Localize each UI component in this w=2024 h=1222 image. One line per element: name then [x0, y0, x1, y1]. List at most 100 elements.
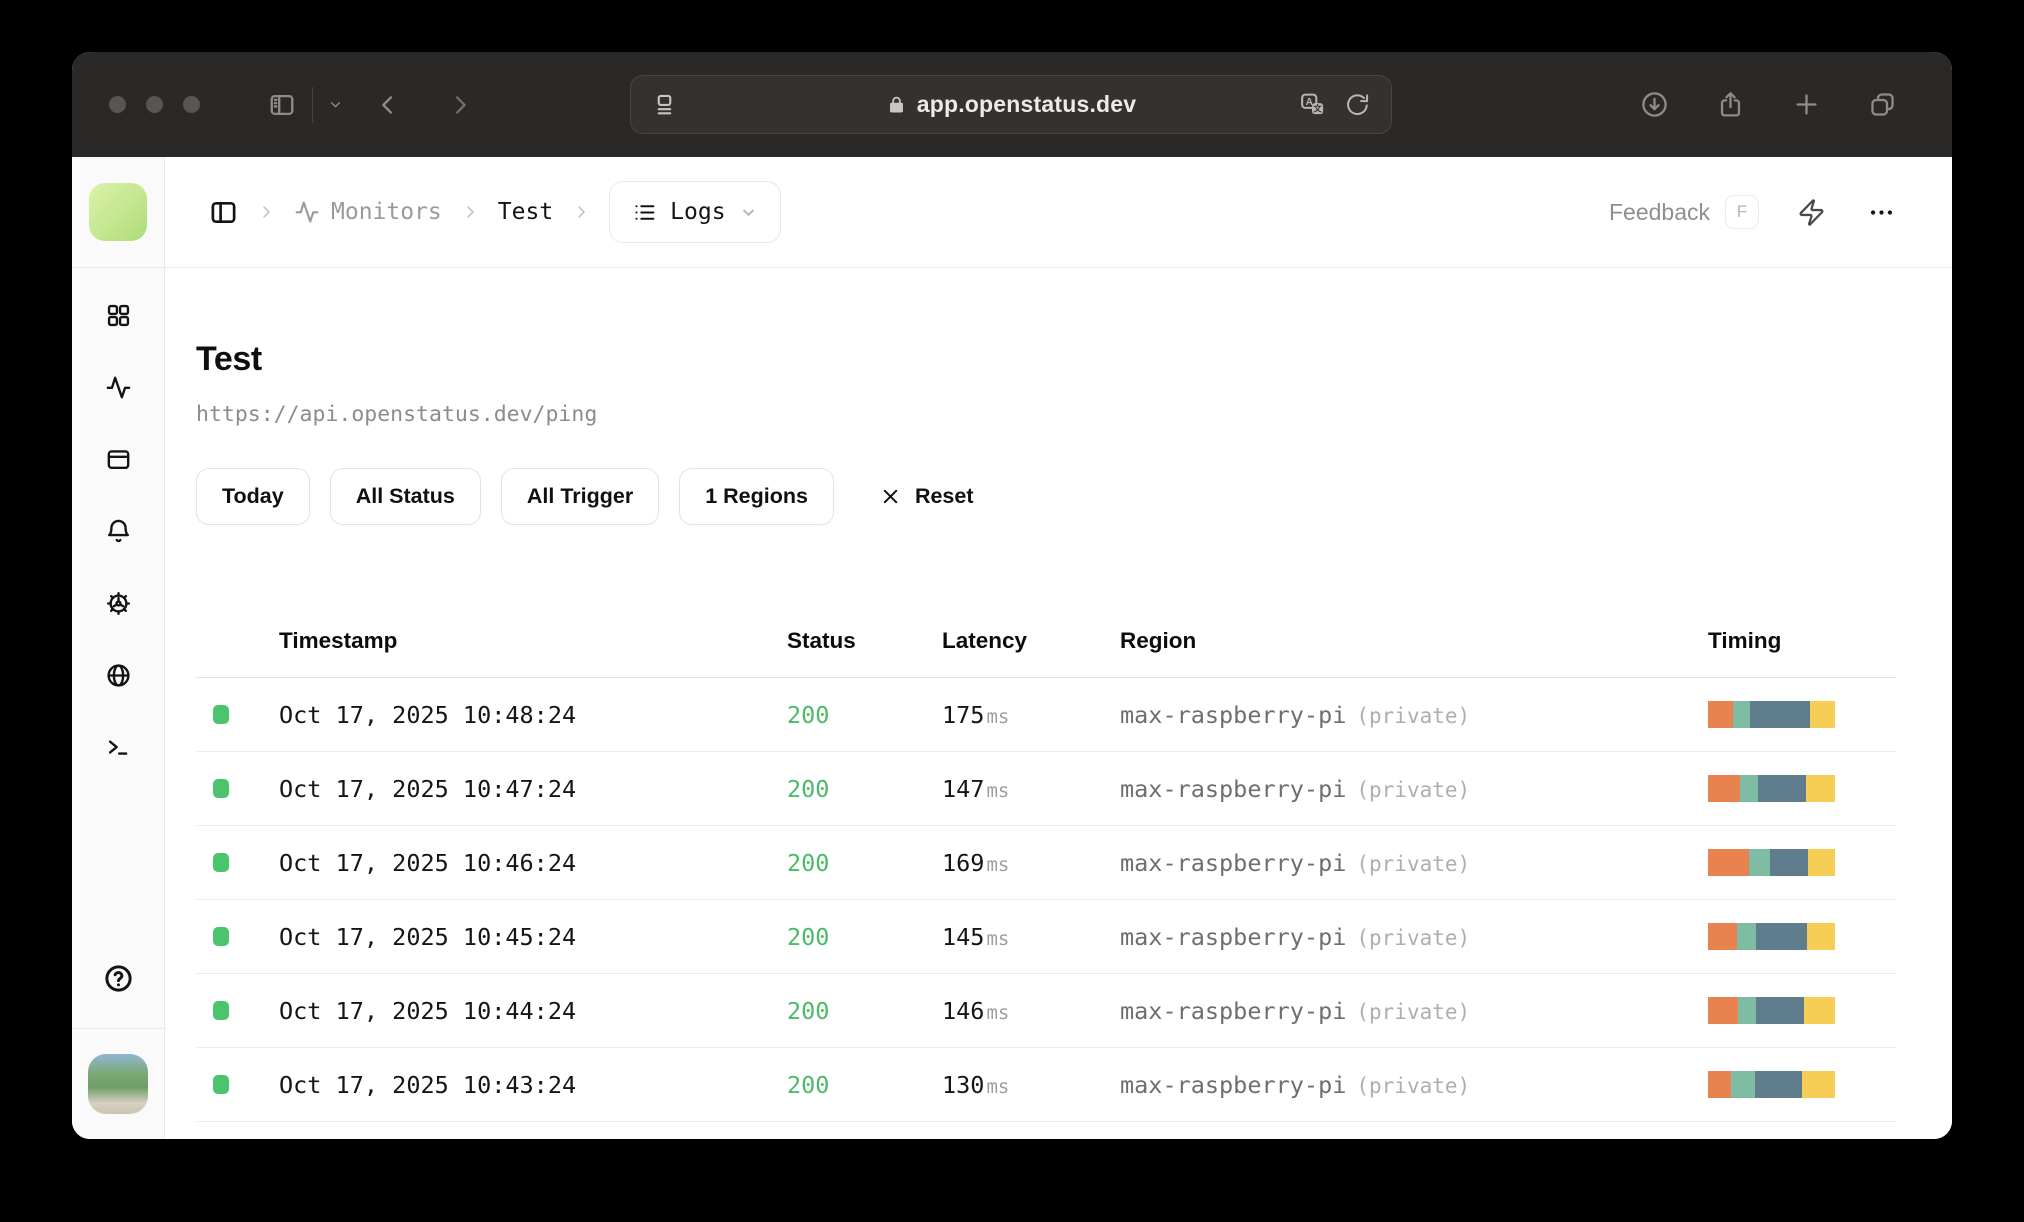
browser-toolbar: app.openstatus.dev A文 — [72, 52, 1952, 157]
table-row[interactable]: Oct 17, 2025 10:43:24 200 130ms max-rasp… — [196, 1048, 1896, 1122]
toolbar-divider — [312, 87, 313, 123]
cell-timestamp: Oct 17, 2025 10:46:24 — [252, 849, 787, 877]
status-dot — [213, 927, 229, 946]
table-header-row: Timestamp Status Latency Region Timing — [196, 605, 1896, 678]
cell-latency: 147ms — [942, 775, 1120, 803]
address-bar[interactable]: app.openstatus.dev A文 — [630, 75, 1392, 134]
reload-icon[interactable] — [1344, 91, 1371, 118]
timing-segment — [1740, 775, 1758, 802]
timing-segment — [1708, 923, 1737, 950]
browser-window: app.openstatus.dev A文 — [72, 52, 1952, 1139]
app-header: Monitors Test Logs Feedback F — [165, 157, 1952, 268]
filter-bar: Today All Status All Trigger 1 Regions Rese… — [196, 468, 1896, 525]
svg-text:文: 文 — [1313, 104, 1322, 114]
timing-bar — [1708, 1071, 1835, 1098]
cell-latency: 169ms — [942, 849, 1120, 877]
filter-button-today[interactable]: Today — [196, 468, 310, 525]
activity-icon — [294, 199, 320, 225]
filter-button-all-trigger[interactable]: All Trigger — [501, 468, 659, 525]
help-icon[interactable] — [82, 942, 154, 1014]
cell-timing — [1708, 923, 1896, 950]
page-format-icon[interactable] — [651, 91, 678, 118]
reset-filters-button[interactable]: Reset — [866, 468, 988, 525]
table-row[interactable]: Oct 17, 2025 10:44:24 200 146ms max-rasp… — [196, 974, 1896, 1048]
timing-segment — [1804, 997, 1834, 1024]
timing-segment — [1756, 997, 1804, 1024]
cli-terminal-icon[interactable] — [82, 711, 154, 783]
timing-segment — [1708, 701, 1733, 728]
timing-segment — [1738, 997, 1756, 1024]
cell-region: max-raspberry-pi(private) — [1120, 849, 1708, 877]
filter-button-1-regions[interactable]: 1 Regions — [679, 468, 834, 525]
table-row[interactable]: Oct 17, 2025 10:46:24 200 169ms max-rasp… — [196, 826, 1896, 900]
lock-icon — [886, 94, 907, 115]
status-dot — [213, 1075, 229, 1094]
sidebar-toggle-icon[interactable] — [268, 91, 296, 119]
zoom-window-button[interactable] — [183, 96, 200, 113]
timing-bar — [1708, 923, 1835, 950]
user-avatar[interactable] — [88, 1054, 148, 1114]
chevron-down-icon — [739, 203, 758, 222]
timing-segment — [1810, 701, 1835, 728]
cell-timestamp: Oct 17, 2025 10:48:24 — [252, 701, 787, 729]
dashboard-grid-icon[interactable] — [82, 279, 154, 351]
view-selector-logs[interactable]: Logs — [609, 181, 780, 243]
timing-segment — [1806, 775, 1835, 802]
cell-region: max-raspberry-pi(private) — [1120, 923, 1708, 951]
table-row[interactable]: Oct 17, 2025 10:47:24 200 147ms max-rasp… — [196, 752, 1896, 826]
filter-button-all-status[interactable]: All Status — [330, 468, 481, 525]
cell-latency: 175ms — [942, 701, 1120, 729]
table-row[interactable]: Oct 17, 2025 10:48:24 200 175ms max-rasp… — [196, 678, 1896, 752]
timing-segment — [1808, 849, 1835, 876]
cell-timing — [1708, 849, 1896, 876]
cell-region: max-raspberry-pi(private) — [1120, 701, 1708, 729]
col-timing: Timing — [1708, 628, 1896, 654]
panel-toggle-icon[interactable] — [209, 198, 238, 227]
timing-segment — [1708, 775, 1740, 802]
domains-globe-icon[interactable] — [82, 639, 154, 711]
back-icon[interactable] — [374, 91, 402, 119]
new-tab-icon[interactable] — [1792, 90, 1821, 119]
settings-cog-icon[interactable] — [82, 567, 154, 639]
feedback-shortcut-badge: F — [1725, 195, 1759, 229]
status-pages-icon[interactable] — [82, 423, 154, 495]
col-region: Region — [1120, 628, 1708, 654]
notifications-bell-icon[interactable] — [82, 495, 154, 567]
close-window-button[interactable] — [109, 96, 126, 113]
timing-bar — [1708, 849, 1835, 876]
status-dot — [213, 705, 229, 724]
minimize-window-button[interactable] — [146, 96, 163, 113]
chevron-right-icon — [461, 203, 479, 221]
chevron-right-icon — [572, 203, 590, 221]
cell-timing — [1708, 1071, 1896, 1098]
app-sidebar — [72, 157, 165, 1139]
feedback-button[interactable]: Feedback — [1609, 199, 1710, 226]
chevron-right-icon — [257, 203, 275, 221]
timing-segment — [1708, 1071, 1731, 1098]
downloads-icon[interactable] — [1640, 90, 1669, 119]
timing-segment — [1708, 997, 1738, 1024]
workspace-logo[interactable] — [89, 183, 147, 241]
x-icon — [880, 486, 901, 507]
timing-segment — [1733, 701, 1750, 728]
timing-segment — [1750, 701, 1810, 728]
logo-block — [72, 157, 164, 268]
breadcrumb-monitors[interactable]: Monitors — [294, 199, 442, 225]
cell-timing — [1708, 775, 1896, 802]
tab-overview-icon[interactable] — [1868, 90, 1897, 119]
forward-icon[interactable] — [446, 91, 474, 119]
more-options-icon[interactable] — [1868, 199, 1895, 226]
status-dot — [213, 779, 229, 798]
share-icon[interactable] — [1716, 90, 1745, 119]
breadcrumb-current[interactable]: Test — [498, 199, 553, 225]
col-latency: Latency — [942, 628, 1120, 654]
translate-icon[interactable]: A文 — [1299, 91, 1326, 118]
timing-segment — [1749, 849, 1771, 876]
zap-icon[interactable] — [1797, 198, 1826, 227]
monitor-endpoint: https://api.openstatus.dev/ping — [196, 402, 1896, 427]
monitors-activity-icon[interactable] — [82, 351, 154, 423]
timing-segment — [1756, 923, 1807, 950]
table-row[interactable]: Oct 17, 2025 10:45:24 200 145ms max-rasp… — [196, 900, 1896, 974]
timing-segment — [1807, 923, 1835, 950]
chevron-down-icon[interactable] — [327, 96, 344, 113]
